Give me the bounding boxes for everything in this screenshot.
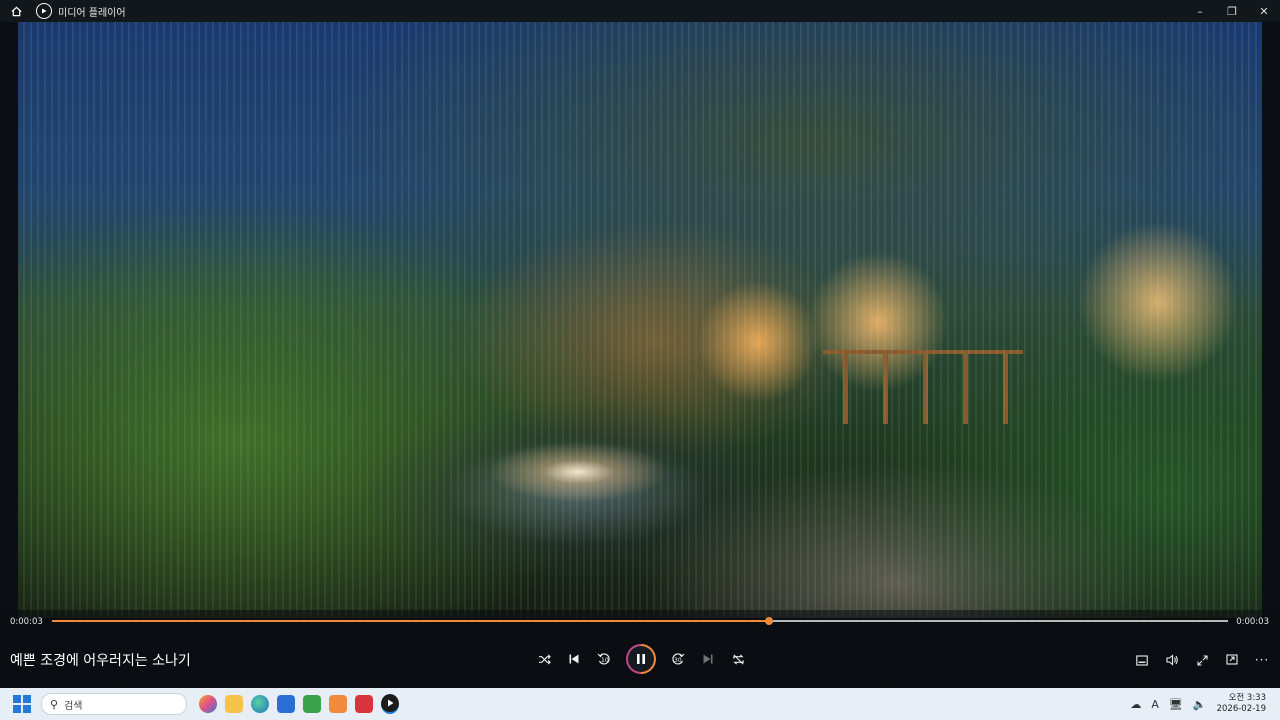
pause-button-face — [628, 646, 654, 672]
secondary-controls: ··· — [1134, 652, 1270, 668]
restore-button[interactable]: ❐ — [1216, 0, 1248, 22]
more-icon: ··· — [1254, 653, 1270, 667]
home-icon — [11, 6, 21, 16]
next-icon — [703, 654, 713, 664]
previous-button[interactable] — [566, 651, 582, 667]
restore-icon: ❐ — [1227, 4, 1237, 18]
clock-date: 2026-02-19 — [1216, 704, 1266, 714]
shuffle-icon — [538, 653, 551, 665]
previous-icon — [569, 654, 579, 664]
taskbar-apps — [199, 694, 399, 714]
cloud-icon[interactable]: ☁ — [1130, 698, 1141, 711]
pause-icon — [637, 654, 645, 664]
window-title: 미디어 플레이어 — [58, 7, 126, 19]
close-icon: ✕ — [1259, 4, 1269, 18]
copilot-icon[interactable] — [199, 695, 217, 713]
app-icon-3[interactable] — [355, 695, 373, 713]
repeat-off-icon — [732, 653, 744, 665]
input-indicator[interactable]: A — [1151, 698, 1159, 711]
minimize-icon: – — [1197, 4, 1203, 18]
close-button[interactable]: ✕ — [1248, 0, 1280, 22]
miniplayer-icon — [1226, 654, 1238, 665]
video-frame[interactable] — [18, 22, 1262, 618]
clock[interactable]: 오전 3:33 2026-02-19 — [1217, 693, 1266, 715]
speaker-icon[interactable]: 🔈 — [1193, 698, 1207, 711]
seek-bar[interactable] — [52, 617, 1228, 625]
media-player-taskbar-icon[interactable] — [381, 694, 399, 714]
edge-icon[interactable] — [251, 695, 269, 713]
subtitles-icon — [1136, 654, 1148, 666]
store-icon[interactable] — [277, 695, 295, 713]
skip-forward-button[interactable]: 30 — [670, 651, 686, 667]
network-icon[interactable]: 🖥 — [1169, 698, 1183, 711]
skip-forward-seconds: 30 — [674, 657, 682, 664]
window-controls: – ❐ ✕ — [1184, 0, 1280, 22]
rain-overlay — [18, 22, 1262, 618]
title-bar: 미디어 플레이어 – ❐ ✕ — [0, 0, 1280, 22]
next-button[interactable] — [700, 651, 716, 667]
search-placeholder: 검색 — [64, 700, 83, 712]
taskbar-search[interactable]: ⚲ 검색 — [41, 693, 187, 715]
transport-controls: 10 30 — [536, 644, 746, 674]
windows-logo-icon — [13, 695, 21, 703]
shuffle-button[interactable] — [536, 651, 552, 667]
home-button[interactable] — [0, 6, 32, 17]
taskbar: ⚲ 검색 ☁ A 🖥 🔈 오전 3:33 2026-02-19 — [0, 688, 1280, 720]
system-tray: ☁ A 🖥 🔈 오전 3:33 2026-02-19 — [1130, 693, 1274, 715]
fullscreen-icon — [1196, 654, 1208, 666]
windows-logo-pane — [23, 705, 31, 713]
app-icon-2[interactable] — [329, 695, 347, 713]
windows-logo-pane — [23, 695, 31, 703]
more-button[interactable]: ··· — [1254, 652, 1270, 668]
media-player-icon — [36, 3, 52, 19]
seek-bar-progress — [52, 620, 770, 622]
miniplayer-button[interactable] — [1224, 652, 1240, 668]
seek-bar-thumb[interactable] — [765, 617, 774, 625]
minimize-button[interactable]: – — [1184, 0, 1216, 22]
subtitles-button[interactable] — [1134, 652, 1150, 668]
volume-button[interactable] — [1164, 652, 1180, 668]
current-time: 0:00:03 — [10, 617, 43, 627]
app-icon-1[interactable] — [303, 695, 321, 713]
player-controls: 0:00:03 0:00:03 예쁜 조경에 어우러지는 소나기 10 30 ·… — [0, 610, 1280, 688]
windows-logo-pane — [13, 705, 21, 713]
search-icon: ⚲ — [50, 697, 59, 711]
media-title: 예쁜 조경에 어우러지는 소나기 — [10, 653, 191, 669]
total-time: 0:00:03 — [1236, 617, 1269, 627]
clock-time: 오전 3:33 — [1228, 693, 1266, 703]
skip-back-button[interactable]: 10 — [596, 651, 612, 667]
fullscreen-button[interactable] — [1194, 652, 1210, 668]
volume-icon — [1165, 654, 1178, 666]
pause-button[interactable] — [626, 644, 656, 674]
start-button[interactable] — [13, 695, 31, 713]
skip-back-seconds: 10 — [601, 657, 609, 664]
file-explorer-icon[interactable] — [225, 695, 243, 713]
repeat-button[interactable] — [730, 651, 746, 667]
